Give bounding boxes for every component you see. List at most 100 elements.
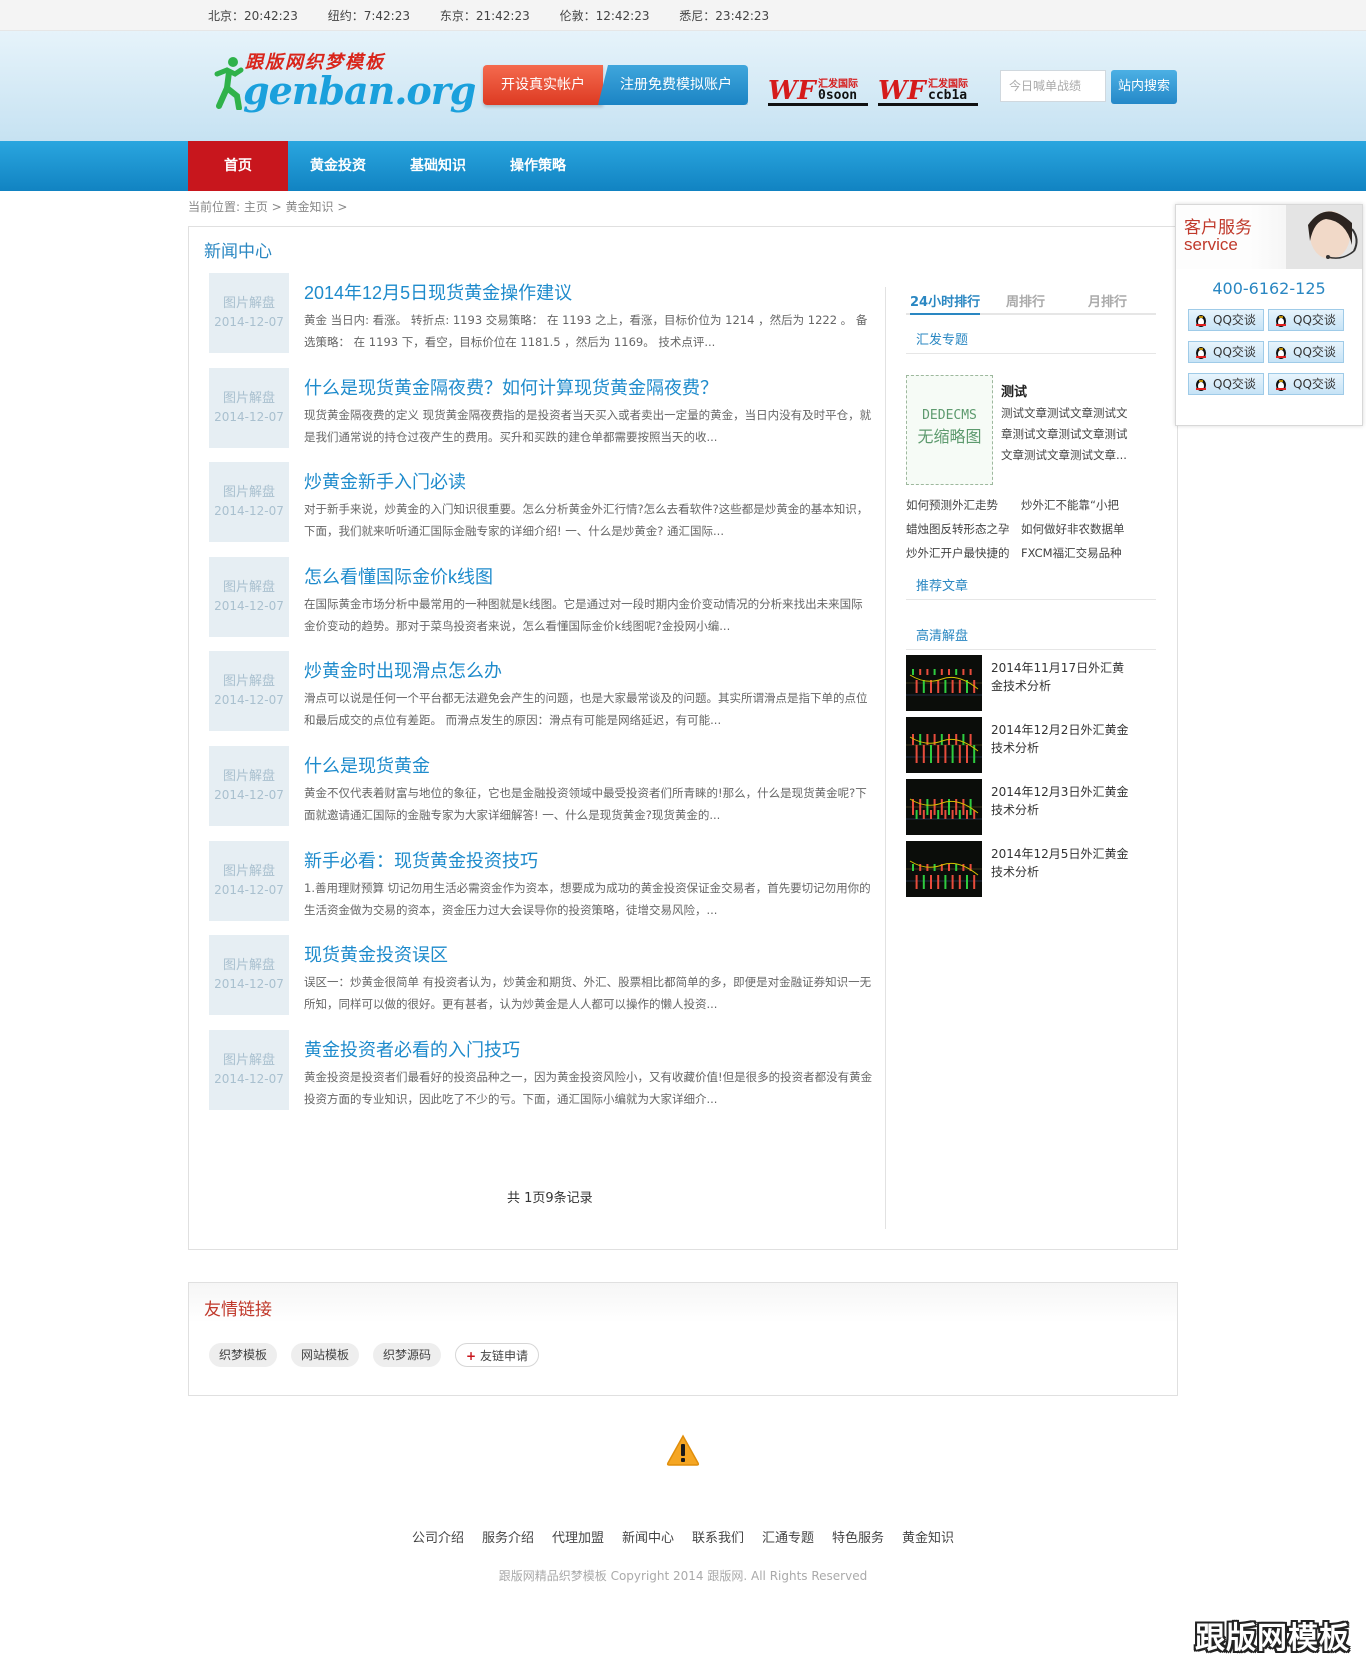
- topic-link[interactable]: 如何预测外汇走势: [906, 497, 998, 513]
- hd-analysis-item[interactable]: 2014年12月2日外汇黄金技术分析: [906, 717, 1156, 773]
- news-title-link[interactable]: 什么是现货黄金隔夜费？如何计算现货黄金隔夜费？: [304, 374, 718, 400]
- service-header: 客户服务 service: [1176, 205, 1362, 269]
- hd-analysis-heading: 高清解盘: [916, 629, 969, 644]
- register-demo-account-button[interactable]: 注册免费模拟账户: [598, 65, 748, 105]
- site-search-input[interactable]: 今日喊单战绩: [1000, 70, 1106, 102]
- qq-chat-button[interactable]: QQ交谈: [1188, 341, 1264, 363]
- thumb-placeholder-line2: 无缩略图: [917, 427, 982, 446]
- news-thumbnail[interactable]: 图片解盘 2014-12-07: [209, 1029, 289, 1110]
- news-item: 图片解盘 2014-12-07 2014年12月5日现货黄金操作建议 黄金 当日内: …: [209, 273, 869, 355]
- brand-underline: [878, 103, 978, 106]
- friend-link[interactable]: 织梦模板: [209, 1343, 277, 1367]
- hd-analysis-item[interactable]: 2014年12月3日外汇黄金技术分析: [906, 779, 1156, 835]
- friend-link[interactable]: 织梦源码: [373, 1343, 441, 1367]
- chart-thumbnail[interactable]: [906, 717, 982, 773]
- news-center-title: 新闻中心: [204, 242, 272, 261]
- qq-chat-button[interactable]: QQ交谈: [1268, 373, 1344, 395]
- clock-tokyo: 东京：21:42:23: [439, 9, 530, 23]
- hd-analysis-section-header: 高清解盘: [906, 617, 1156, 650]
- tab-weekly-ranking[interactable]: 周排行: [1006, 291, 1045, 310]
- news-date: 2014-12-07: [214, 598, 284, 613]
- site-logo[interactable]: 跟版网织梦模板 genban.org: [213, 48, 476, 113]
- pagination-summary: 共 1页9条记录: [507, 1191, 593, 1206]
- brand-logo-2[interactable]: WF 汇发国际 ccb1a: [878, 74, 978, 106]
- qq-chat-button[interactable]: QQ交谈: [1188, 373, 1264, 395]
- news-title-link[interactable]: 新手必看：现货黄金投资技巧: [304, 847, 538, 873]
- qq-chat-label: QQ交谈: [1293, 313, 1336, 327]
- news-date: 2014-12-07: [214, 977, 284, 992]
- nav-item-strategy[interactable]: 操作策略: [488, 141, 588, 191]
- news-title-link[interactable]: 现货黄金投资误区: [304, 941, 448, 967]
- brand-logo-1[interactable]: WF 汇发国际 0soon: [768, 74, 868, 106]
- qq-chat-button[interactable]: QQ交谈: [1268, 341, 1344, 363]
- copyright-text: 跟版网精品织梦模板 Copyright 2014 跟版网. All Rights…: [498, 1569, 868, 1583]
- footer-link[interactable]: 特色服务: [823, 1531, 893, 1546]
- friend-links-title: 友情链接: [204, 1300, 272, 1319]
- open-real-account-button[interactable]: 开设真实帐户: [483, 65, 603, 105]
- hd-analysis-title: 2014年12月2日外汇黄金技术分析: [991, 723, 1129, 755]
- news-thumbnail[interactable]: 图片解盘 2014-12-07: [209, 935, 289, 1016]
- news-thumbnail[interactable]: 图片解盘 2014-12-07: [209, 651, 289, 732]
- qq-penguin-icon: [1276, 379, 1286, 391]
- footer-link[interactable]: 联系我们: [683, 1531, 753, 1546]
- recommend-section-header: 推荐文章: [906, 567, 1156, 600]
- footer-link[interactable]: 黄金知识: [893, 1531, 963, 1546]
- news-thumbnail[interactable]: 图片解盘 2014-12-07: [209, 746, 289, 826]
- friend-link[interactable]: 网站模板: [291, 1343, 359, 1367]
- nav-item-home[interactable]: 首页: [188, 141, 288, 191]
- tab-monthly-ranking[interactable]: 月排行: [1088, 291, 1127, 310]
- clock-newyork: 纽约：7:42:23: [327, 9, 410, 23]
- hd-analysis-item[interactable]: 2014年11月17日外汇黄金技术分析: [906, 655, 1156, 711]
- qq-chat-button[interactable]: QQ交谈: [1268, 309, 1344, 331]
- nav-item-basics[interactable]: 基础知识: [388, 141, 488, 191]
- news-title-link[interactable]: 黄金投资者必看的入门技巧: [304, 1036, 520, 1062]
- logo-en-text: genban.org: [243, 68, 476, 113]
- topic-link[interactable]: 蜡烛图反转形态之孕: [906, 521, 1010, 537]
- customer-service-widget: 客户服务 service 400-6162-125 QQ交谈 QQ交谈 QQ交谈 QQ…: [1175, 204, 1363, 426]
- hd-analysis-title: 2014年12月3日外汇黄金技术分析: [991, 785, 1129, 817]
- news-title-link[interactable]: 怎么看懂国际金价k线图: [304, 563, 493, 589]
- tab-24h-ranking[interactable]: 24小时排行: [910, 291, 981, 315]
- footer-link[interactable]: 汇通专题: [753, 1531, 823, 1546]
- news-thumbnail[interactable]: 图片解盘 2014-12-07: [209, 273, 289, 353]
- site-search-button[interactable]: 站内搜索: [1111, 70, 1177, 104]
- topic-link[interactable]: FXCM福汇交易品种: [1021, 545, 1122, 561]
- chart-thumbnail[interactable]: [906, 655, 982, 711]
- footer-link[interactable]: 代理加盟: [543, 1531, 613, 1546]
- recommend-heading: 推荐文章: [916, 579, 969, 594]
- news-thumbnail[interactable]: 图片解盘 2014-12-07: [209, 556, 289, 637]
- news-thumbnail[interactable]: 图片解盘 2014-12-07: [209, 840, 289, 921]
- qq-penguin-icon: [1196, 347, 1206, 359]
- nav-item-gold-investment[interactable]: 黄金投资: [288, 141, 388, 191]
- footer-link[interactable]: 新闻中心: [613, 1531, 683, 1546]
- news-title-link[interactable]: 什么是现货黄金: [304, 752, 430, 778]
- footer-link[interactable]: 服务介绍: [473, 1531, 543, 1546]
- news-title-link[interactable]: 炒黄金时出现滑点怎么办: [304, 657, 502, 683]
- topic-link[interactable]: 如何做好非农数据单: [1021, 521, 1125, 537]
- apply-friend-link-button[interactable]: + 友链申请: [455, 1343, 539, 1367]
- topic-link[interactable]: 炒外汇开户最快捷的: [906, 545, 1010, 561]
- chart-thumbnail[interactable]: [906, 779, 982, 835]
- news-thumbnail[interactable]: 图片解盘 2014-12-07: [209, 367, 289, 448]
- topic-link[interactable]: 炒外汇不能靠“小把: [1021, 497, 1119, 513]
- footer-link[interactable]: 公司介绍: [403, 1531, 473, 1546]
- news-summary: 现货黄金隔夜费的定义 现货黄金隔夜费指的是投资者当天买入或者卖出一定量的黄金，当…: [304, 407, 872, 444]
- news-summary: 滑点可以说是任何一个平台都无法避免会产生的问题，也是大家最常谈及的问题。其实所谓…: [304, 691, 868, 728]
- hd-analysis-item[interactable]: 2014年12月5日外汇黄金技术分析: [906, 841, 1156, 897]
- topic-heading: 汇发专题: [916, 333, 969, 348]
- news-summary: 黄金不仅代表着财富与地位的象征，它也是金融投资领域中最受投资者们所青睐的!那么，…: [304, 786, 867, 822]
- world-clock-bar: 北京：20:42:23 纽约：7:42:23 东京：21:42:23 伦敦：12…: [0, 0, 1366, 31]
- featured-thumbnail[interactable]: DEDECMS 无缩略图: [906, 375, 993, 485]
- brand-mark: WF: [768, 76, 816, 106]
- featured-article-title[interactable]: 测试: [1001, 381, 1027, 400]
- chart-thumbnail[interactable]: [906, 841, 982, 897]
- news-center-panel: 新闻中心 图片解盘 2014-12-07 2014年12月5日现货黄金操作建议 黄金 …: [188, 226, 1178, 1250]
- qq-chat-label: QQ交谈: [1213, 377, 1256, 391]
- news-title-link[interactable]: 2014年12月5日现货黄金操作建议: [304, 279, 572, 305]
- qq-chat-button[interactable]: QQ交谈: [1188, 309, 1264, 331]
- news-title-link[interactable]: 炒黄金新手入门必读: [304, 468, 466, 494]
- news-thumbnail[interactable]: 图片解盘 2014-12-07: [209, 462, 289, 543]
- topic-section-header: 汇发专题: [906, 321, 1156, 354]
- thumb-label: 图片解盘: [222, 674, 275, 690]
- news-item: 图片解盘 2014-12-07 什么是现货黄金隔夜费？如何计算现货黄金隔夜费？ 现货黄…: [209, 367, 871, 450]
